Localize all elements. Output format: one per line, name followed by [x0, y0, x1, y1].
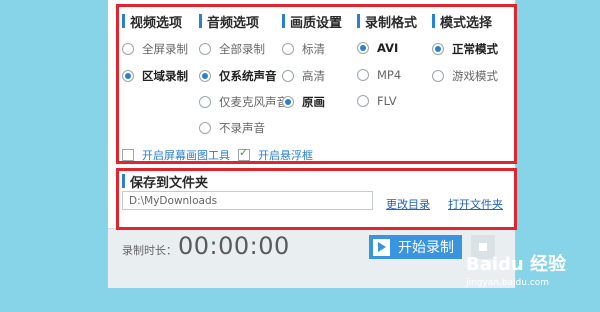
option-label: 仅系统声音	[219, 69, 277, 83]
radio-selected-icon	[282, 96, 294, 108]
section-marker	[122, 14, 125, 28]
baidu-jingyan-watermark: Baidu 经验 jingyan.baidu.com	[466, 250, 566, 288]
save-folder-title: 保存到文件夹	[130, 175, 209, 191]
option-label: 游戏模式	[452, 69, 498, 83]
radio-normal-mode[interactable]: 正常模式	[432, 41, 498, 57]
radio-selected-icon	[357, 42, 369, 54]
save-path-input[interactable]	[122, 191, 373, 210]
checkbox-checked-icon	[238, 146, 250, 161]
radio-icon	[199, 43, 211, 55]
radio-icon	[282, 70, 294, 82]
checkbox-floating-window[interactable]: 开启悬浮框	[238, 146, 313, 163]
section-marker	[122, 174, 125, 188]
radio-selected-icon	[122, 70, 134, 82]
radio-system-sound-only[interactable]: 仅系统声音	[199, 68, 277, 84]
option-label: 仅麦克风声音	[219, 95, 288, 109]
option-label: 标清	[302, 42, 325, 56]
section-marker	[357, 14, 360, 28]
checkbox-label: 开启屏幕画图工具	[142, 149, 230, 162]
radio-icon	[432, 70, 444, 82]
watermark-logo: Baidu 经验	[466, 254, 567, 275]
radio-sd[interactable]: 标清	[282, 41, 325, 57]
audio-options-title: 音频选项	[207, 15, 260, 31]
watermark-url: jingyan.baidu.com	[466, 278, 550, 288]
audio-options-column: 音频选项	[199, 12, 260, 31]
option-label: 不录声音	[219, 121, 265, 135]
video-options-title: 视频选项	[130, 15, 183, 31]
change-directory-link[interactable]: 更改目录	[386, 196, 430, 212]
option-label: 全屏录制	[142, 42, 188, 56]
radio-no-sound[interactable]: 不录声音	[199, 120, 265, 136]
radio-mic-only[interactable]: 仅麦克风声音	[199, 94, 288, 110]
radio-icon	[199, 122, 211, 134]
section-marker	[282, 14, 285, 28]
radio-selected-icon	[432, 43, 444, 55]
format-options-column: 录制格式	[357, 12, 418, 31]
radio-icon	[282, 43, 294, 55]
option-label: 高清	[302, 69, 325, 83]
checkbox-icon	[122, 149, 134, 161]
video-options-column: 视频选项	[122, 12, 183, 31]
radio-avi[interactable]: AVI	[357, 41, 398, 55]
play-icon	[373, 238, 390, 256]
radio-record-all[interactable]: 全部录制	[199, 41, 265, 57]
radio-original[interactable]: 原画	[282, 94, 325, 110]
radio-icon	[199, 96, 211, 108]
format-options-title: 录制格式	[365, 15, 418, 31]
option-label: AVI	[377, 41, 399, 55]
mode-options-column: 模式选择	[432, 12, 493, 31]
option-label: 原画	[302, 95, 325, 109]
radio-icon	[357, 95, 369, 107]
save-folder-header: 保存到文件夹	[122, 172, 209, 191]
radio-icon	[122, 43, 134, 55]
section-marker	[199, 14, 202, 28]
checkbox-label: 开启悬浮框	[258, 149, 313, 162]
mode-options-title: 模式选择	[440, 15, 493, 31]
option-label: MP4	[377, 68, 402, 82]
option-label: FLV	[377, 94, 397, 108]
record-duration-label: 录制时长：	[122, 244, 177, 257]
start-record-label: 开始录制	[398, 240, 454, 256]
option-label: 全部录制	[219, 42, 265, 56]
quality-options-column: 画质设置	[282, 12, 343, 31]
record-timer: 00:00:00	[178, 232, 290, 260]
radio-selected-icon	[199, 70, 211, 82]
option-label: 区域录制	[142, 69, 188, 83]
radio-flv[interactable]: FLV	[357, 94, 397, 108]
start-record-button[interactable]: 开始录制	[369, 235, 462, 259]
radio-icon	[357, 69, 369, 81]
section-marker	[432, 14, 435, 28]
quality-options-title: 画质设置	[290, 15, 343, 31]
option-label: 正常模式	[452, 42, 498, 56]
radio-game-mode[interactable]: 游戏模式	[432, 68, 498, 84]
radio-fullscreen-record[interactable]: 全屏录制	[122, 41, 188, 57]
radio-mp4[interactable]: MP4	[357, 68, 401, 82]
checkbox-drawing-tool[interactable]: 开启屏幕画图工具	[122, 147, 230, 163]
radio-hd[interactable]: 高清	[282, 68, 325, 84]
open-folder-link[interactable]: 打开文件夹	[448, 196, 503, 212]
radio-area-record[interactable]: 区域录制	[122, 68, 188, 84]
